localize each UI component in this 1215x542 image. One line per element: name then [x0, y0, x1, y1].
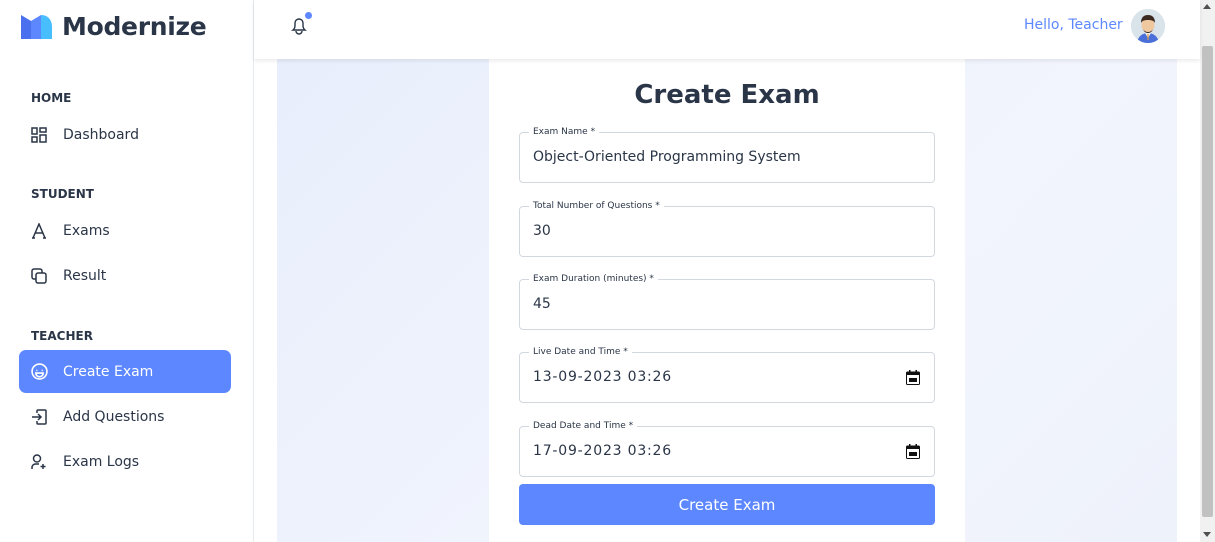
field-value: 17-09-2023 03:26	[533, 443, 672, 459]
field-value: 45	[533, 296, 551, 312]
calendar-icon[interactable]	[906, 444, 920, 459]
brand-name: Modernize	[62, 11, 207, 41]
sidebar-item-exams[interactable]: Exams	[19, 209, 231, 252]
field-label: Total Number of Questions *	[529, 200, 664, 212]
section-title-teacher: TEACHER	[31, 329, 93, 343]
login-icon	[30, 408, 48, 426]
field-label: Dead Date and Time *	[529, 420, 638, 432]
sidebar-item-label: Result	[63, 267, 107, 284]
typography-icon	[30, 222, 48, 240]
exam-name-field[interactable]: Exam Name * Object-Oriented Programming …	[519, 126, 935, 183]
sidebar-item-label: Exams	[63, 222, 110, 239]
user-plus-icon	[30, 453, 48, 471]
sidebar-item-create-exam[interactable]: Create Exam	[19, 350, 231, 393]
top-header: Hello, Teacher	[254, 0, 1200, 59]
field-value: 13-09-2023 03:26	[533, 369, 672, 385]
layout-dashboard-icon	[30, 126, 48, 144]
scrollbar[interactable]	[1200, 0, 1215, 542]
modernize-logo-icon	[21, 15, 52, 39]
sidebar-item-add-questions[interactable]: Add Questions	[19, 395, 231, 438]
notification-dot	[305, 12, 312, 19]
user-avatar[interactable]	[1131, 9, 1165, 43]
live-datetime-field[interactable]: Live Date and Time * 13-09-2023 03:26	[519, 346, 935, 403]
sidebar-item-label: Exam Logs	[63, 453, 140, 470]
sidebar-item-dashboard[interactable]: Dashboard	[19, 113, 231, 156]
greeting-text[interactable]: Hello, Teacher	[1024, 17, 1123, 33]
sidebar-item-label: Add Questions	[63, 408, 165, 425]
field-value: Object-Oriented Programming System	[533, 149, 801, 165]
brand[interactable]: Modernize	[19, 11, 207, 41]
section-title-student: STUDENT	[31, 187, 94, 201]
create-exam-button[interactable]: Create Exam	[519, 484, 935, 525]
field-label: Exam Duration (minutes) *	[529, 273, 658, 285]
sidebar-item-exam-logs[interactable]: Exam Logs	[19, 440, 231, 483]
sidebar-item-result[interactable]: Result	[19, 254, 231, 297]
exam-duration-field[interactable]: Exam Duration (minutes) * 45	[519, 273, 935, 330]
copy-icon	[30, 267, 48, 285]
scroll-up-arrow-icon[interactable]	[1203, 4, 1211, 9]
field-label: Live Date and Time *	[529, 346, 632, 358]
calendar-icon[interactable]	[906, 370, 920, 385]
sidebar-item-label: Dashboard	[63, 126, 139, 143]
scroll-down-arrow-icon[interactable]	[1203, 532, 1211, 537]
dead-datetime-field[interactable]: Dead Date and Time * 17-09-2023 03:26	[519, 420, 935, 477]
field-value: 30	[533, 223, 551, 239]
page-title: Create Exam	[634, 80, 820, 110]
mood-happy-icon	[30, 363, 48, 381]
total-questions-field[interactable]: Total Number of Questions * 30	[519, 200, 935, 257]
scroll-thumb[interactable]	[1202, 46, 1213, 517]
sidebar-item-label: Create Exam	[63, 363, 154, 380]
field-label: Exam Name *	[529, 126, 600, 138]
sidebar: Modernize HOME Dashboard STUDENT Exams R…	[0, 0, 254, 542]
section-title-home: HOME	[31, 91, 72, 105]
